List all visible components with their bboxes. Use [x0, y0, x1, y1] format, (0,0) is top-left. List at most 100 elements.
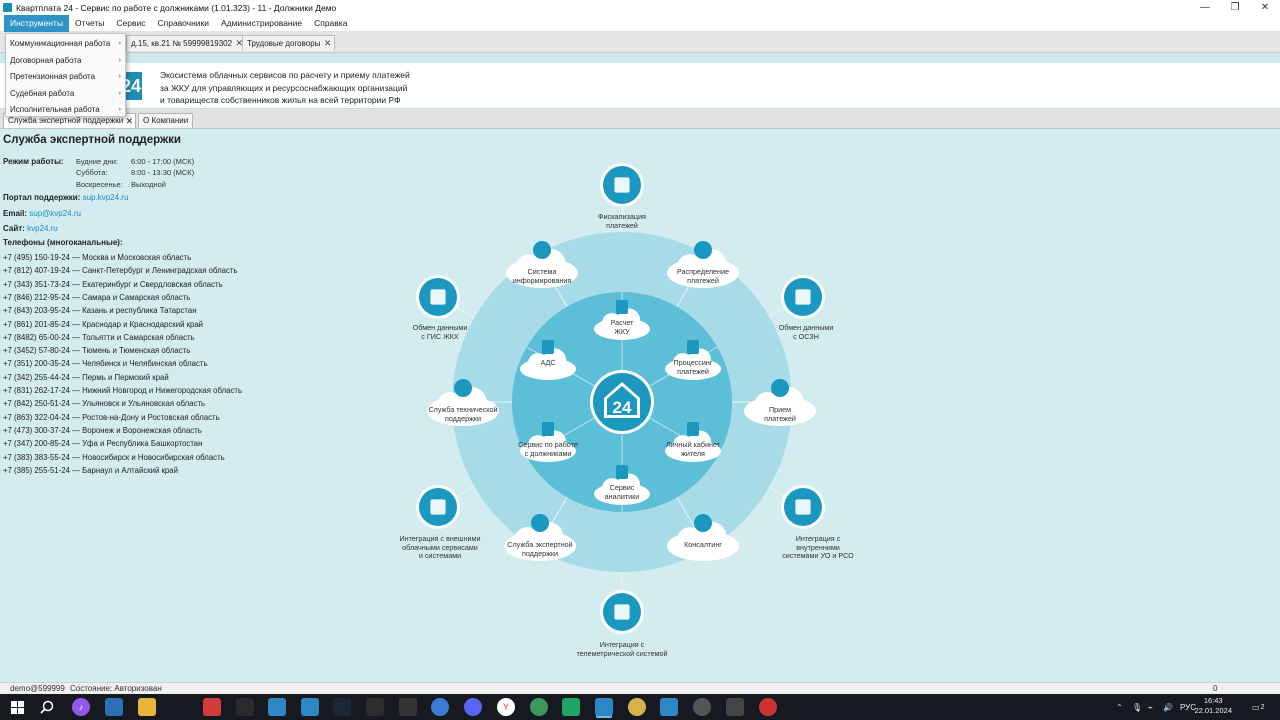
chrome-icon[interactable] [431, 698, 449, 716]
calculator-icon[interactable] [726, 698, 744, 716]
app-icon[interactable] [203, 698, 221, 716]
phone-row: +7 (473) 300-37-24 — Воронеж и Воронежск… [3, 425, 202, 435]
outer-node-icon-glyph [614, 177, 630, 193]
content-tabs: Служба экспертной поддержки ✕ О Компании [0, 110, 1280, 129]
notifications-icon[interactable]: ▭ 2 [1252, 694, 1264, 720]
chrome-icon[interactable] [530, 698, 548, 716]
tab-about[interactable]: О Компании [138, 113, 194, 128]
kvartplata-active-icon[interactable] [595, 698, 613, 716]
app-icon[interactable] [693, 698, 711, 716]
phone-row: +7 (842) 250-51-24 — Ульяновск и Ульянов… [3, 399, 206, 409]
search-icon[interactable] [38, 698, 56, 716]
menu-references[interactable]: Справочники [152, 15, 216, 32]
tab-labor-contracts[interactable]: Трудовые договоры ✕ [242, 35, 336, 51]
epic-games-icon[interactable] [366, 698, 384, 716]
inner-node-label: Процессинг платежей [673, 358, 713, 376]
app-icon[interactable] [105, 698, 123, 716]
windows-start-icon[interactable] [8, 698, 26, 716]
close-icon[interactable]: ✕ [324, 36, 332, 51]
restore-button[interactable]: ❐ [1220, 0, 1250, 15]
status-user: demo@599999 [10, 684, 65, 693]
menu-tools[interactable]: Инструменты [4, 14, 70, 32]
yandex-icon[interactable]: Y [497, 698, 515, 716]
banner-description: Экосистема облачных сервисов по расчету … [160, 69, 410, 107]
outer-node-label: Обмен данными с ГИС ЖКХ [412, 323, 468, 341]
inner-node-label: Расчет ЖКУ [610, 318, 634, 336]
network-icon[interactable]: ⌁ [1148, 694, 1153, 720]
menu-item-contract[interactable]: Договорная работа › [6, 53, 125, 70]
app-icon[interactable] [759, 698, 777, 716]
inner-node-icon [542, 422, 554, 436]
folder-icon[interactable] [138, 698, 156, 716]
email-link[interactable]: sup@kvp24.ru [29, 209, 81, 218]
notification-count: 2 [1260, 703, 1265, 711]
portal-link[interactable]: sup.kvp24.ru [83, 193, 129, 202]
phone-row: +7 (863) 322-04-24 — Ростов-на-Дону и Ро… [3, 412, 220, 422]
close-icon[interactable]: ✕ [126, 114, 134, 128]
banner-line-3: и товариществ собственников жилья на все… [160, 95, 401, 105]
outer-node-icon-glyph [430, 289, 446, 305]
separator-strip [0, 53, 1280, 63]
menu-reports[interactable]: Отчеты [69, 15, 110, 32]
steam-icon[interactable] [333, 698, 351, 716]
menu-item-claims[interactable]: Претензионная работа › [6, 69, 125, 86]
chevron-right-icon: › [118, 40, 121, 47]
inner-node-label: Сервис по работе с должниками [518, 440, 578, 458]
microphone-icon[interactable]: 🎙 [1132, 694, 1142, 720]
status-count: 0 [1213, 684, 1218, 693]
tab-contracts-label: Трудовые договоры [247, 39, 321, 48]
close-window-button[interactable]: ✕ [1250, 0, 1280, 15]
kvartplata-icon[interactable] [301, 698, 319, 716]
portal-row: Портал поддержки: sup.kvp24.ru [3, 193, 128, 202]
inner-node-label: Личный кабинет жителя [665, 440, 721, 458]
page-title: Служба экспертной поддержки [3, 134, 181, 146]
outer-node-label: Интеграция с телеметрической системой [576, 640, 668, 658]
app-icon[interactable] [628, 698, 646, 716]
tools-dropdown-menu: Коммуникационная работа › Договорная рабо… [5, 33, 126, 117]
title-bar: Квартплата 24 - Сервис по работе с должн… [0, 0, 1280, 15]
menu-service[interactable]: Сервис [110, 15, 151, 32]
middle-node-icon [694, 514, 712, 532]
tab-account[interactable]: д.15, кв.21 № 59999819302 ✕ [126, 35, 248, 51]
menu-item-court[interactable]: Судебная работа › [6, 86, 125, 103]
minimize-button[interactable]: — [1190, 0, 1220, 15]
music-app-icon[interactable]: ♪ [72, 698, 90, 716]
discord-icon[interactable] [464, 698, 482, 716]
excel-icon[interactable] [562, 698, 580, 716]
menu-administration[interactable]: Администрирование [215, 15, 308, 32]
menu-item-communication[interactable]: Коммуникационная работа › [6, 36, 125, 53]
outer-node-icon-glyph [430, 499, 446, 515]
outer-node-label: Фискализация платежей [598, 212, 646, 230]
taskbar: ♪ Y ⌃ 🎙 ⌁ 🔊 РУС 16:43 22.01.2024 ▭ 2 [0, 694, 1280, 720]
menu-item-enforcement[interactable]: Исполнительная работа › [6, 102, 125, 119]
inner-node-icon [687, 422, 699, 436]
kvartplata-icon[interactable] [660, 698, 678, 716]
schedule-time: 6:00 - 17:00 (МСК) [131, 157, 195, 166]
clock[interactable]: 16:43 22.01.2024 [1194, 696, 1232, 716]
middle-node-label: Система информирования [512, 267, 572, 285]
menu-bar: Инструменты Отчеты Сервис Справочники Ад… [0, 14, 1280, 32]
clock-time: 16:43 [1203, 696, 1223, 705]
hours-label: Режим работы: [3, 157, 64, 166]
phone-row: +7 (846) 212-95-24 — Самара и Самарская … [3, 292, 191, 302]
inner-node-icon [542, 340, 554, 354]
inner-node-icon [616, 300, 628, 314]
chevron-right-icon: › [118, 89, 121, 97]
tray-chevron-up-icon[interactable]: ⌃ [1116, 694, 1123, 720]
figma-icon[interactable] [236, 698, 254, 716]
menu-help[interactable]: Справка [308, 15, 353, 32]
outer-node-icon-glyph [795, 289, 811, 305]
inner-node-icon [616, 465, 628, 479]
volume-icon[interactable]: 🔊 [1163, 694, 1173, 720]
kvartplata-icon[interactable] [268, 698, 286, 716]
company-banner: 24 Экосистема облачных сервисов по расче… [0, 63, 1280, 109]
video-editor-icon[interactable] [399, 698, 417, 716]
tab-about-label: О Компании [143, 116, 189, 125]
site-link[interactable]: kvp24.ru [27, 224, 58, 233]
phone-row: +7 (385) 255-51-24 — Барнаул и Алтайский… [3, 465, 178, 475]
email-label: Email: [3, 209, 28, 218]
middle-node-label: Распределение платежей [677, 267, 729, 285]
phones-label: Телефоны (многоканальные): [3, 238, 123, 247]
phone-row: +7 (351) 200-35-24 — Челябинск и Челябин… [3, 359, 208, 369]
middle-node-icon [533, 241, 551, 259]
